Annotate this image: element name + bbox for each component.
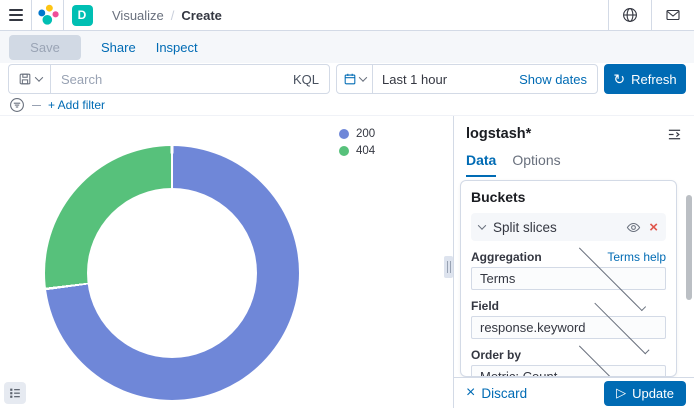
discard-button[interactable]: × Discard xyxy=(466,385,527,401)
globe-icon xyxy=(622,7,638,23)
aggregation-label: Aggregation xyxy=(471,250,542,264)
filter-bar: + Add filter xyxy=(0,95,694,116)
space-selector[interactable]: D xyxy=(64,0,100,30)
panel-footer: × Discard ▷ Update xyxy=(454,377,694,408)
update-label: Update xyxy=(632,386,674,401)
legend-item-404[interactable]: 404 xyxy=(339,145,375,157)
order-by-select[interactable]: Metric: Count xyxy=(471,365,666,377)
visualization-area: 200 404 xyxy=(0,116,453,408)
chevron-down-icon xyxy=(478,221,486,229)
top-header: D Visualize / Create xyxy=(0,0,694,31)
save-query-icon xyxy=(18,72,32,86)
field-select[interactable]: response.keyword xyxy=(471,316,666,339)
eye-icon[interactable] xyxy=(626,220,641,235)
main-content: 200 404 logstash* xyxy=(0,116,694,408)
space-badge[interactable]: D xyxy=(72,5,93,26)
vis-editor-panel: logstash* Data Options Buckets Split sli… xyxy=(454,116,694,408)
date-picker: Last 1 hour Show dates xyxy=(336,64,598,94)
split-slices-accordion[interactable]: Split slices × xyxy=(471,213,666,241)
panel-scrollbar[interactable] xyxy=(686,195,692,300)
filter-divider xyxy=(32,105,41,106)
elastic-logo[interactable] xyxy=(32,0,63,30)
legend-item-200[interactable]: 200 xyxy=(339,128,375,140)
remove-bucket-icon[interactable]: × xyxy=(649,220,658,235)
refresh-icon: ↻ xyxy=(613,72,625,86)
aggregation-select[interactable]: Terms xyxy=(471,267,666,290)
donut-chart[interactable] xyxy=(45,146,299,400)
breadcrumb-create: Create xyxy=(181,8,221,23)
refresh-button[interactable]: ↻ Refresh xyxy=(604,64,686,94)
legend-dot-green xyxy=(339,146,349,156)
close-icon: × xyxy=(466,385,475,401)
terms-help-link[interactable]: Terms help xyxy=(607,250,666,264)
aggregation-value: Terms xyxy=(480,271,568,286)
add-filter-button[interactable]: + Add filter xyxy=(48,98,105,112)
refresh-label: Refresh xyxy=(631,72,677,87)
index-pattern-title: logstash* xyxy=(466,126,531,142)
chevron-down-icon xyxy=(359,73,367,81)
envelope-icon xyxy=(665,7,681,23)
buckets-title: Buckets xyxy=(471,189,666,205)
update-button[interactable]: ▷ Update xyxy=(604,381,686,406)
share-button[interactable]: Share xyxy=(101,40,136,55)
order-by-label-row: Order by xyxy=(471,348,666,362)
save-button[interactable]: Save xyxy=(9,35,81,60)
search-box: KQL xyxy=(50,64,330,94)
saved-query-button[interactable] xyxy=(8,64,50,94)
filter-icon[interactable] xyxy=(9,97,25,113)
collapse-panel-icon[interactable] xyxy=(667,127,682,142)
discard-label: Discard xyxy=(481,386,527,401)
breadcrumb-separator: / xyxy=(171,8,175,23)
quick-select-button[interactable] xyxy=(337,65,373,93)
query-bar: KQL Last 1 hour Show dates ↻ Refresh xyxy=(0,63,694,95)
breadcrumb: Visualize / Create xyxy=(100,8,608,23)
show-dates-button[interactable]: Show dates xyxy=(519,72,597,87)
breadcrumb-visualize[interactable]: Visualize xyxy=(112,8,164,23)
field-label: Field xyxy=(471,299,499,313)
aggregation-label-row: Aggregation Terms help xyxy=(471,250,666,264)
panel-header: logstash* xyxy=(454,116,694,142)
time-range-value[interactable]: Last 1 hour xyxy=(373,72,519,87)
buckets-card: Buckets Split slices × Aggregation Terms… xyxy=(460,180,677,377)
list-icon xyxy=(8,386,22,400)
legend-toggle-button[interactable] xyxy=(4,382,26,404)
donut-hole xyxy=(87,188,257,358)
elastic-logo-icon xyxy=(37,4,59,26)
panel-tabs: Data Options xyxy=(454,142,694,177)
chevron-down-icon xyxy=(34,73,42,81)
chart-legend: 200 404 xyxy=(339,128,375,157)
newsfeed-button[interactable] xyxy=(652,0,694,30)
action-bar: Save Share Inspect xyxy=(0,31,694,63)
legend-label: 404 xyxy=(356,145,375,157)
play-icon: ▷ xyxy=(616,385,626,401)
split-slices-label: Split slices xyxy=(493,220,618,235)
calendar-icon xyxy=(343,72,357,86)
tab-options[interactable]: Options xyxy=(512,152,560,177)
legend-label: 200 xyxy=(356,128,375,140)
order-by-value: Metric: Count xyxy=(480,369,568,377)
help-menu-button[interactable] xyxy=(609,0,651,30)
field-value: response.keyword xyxy=(480,320,586,335)
inspect-button[interactable]: Inspect xyxy=(156,40,198,55)
kql-selector[interactable]: KQL xyxy=(293,72,319,87)
search-input[interactable] xyxy=(61,72,293,87)
resize-handle[interactable] xyxy=(444,256,453,278)
order-by-label: Order by xyxy=(471,348,521,362)
tab-data[interactable]: Data xyxy=(466,152,496,177)
menu-hamburger-icon[interactable] xyxy=(0,0,31,30)
legend-dot-blue xyxy=(339,129,349,139)
